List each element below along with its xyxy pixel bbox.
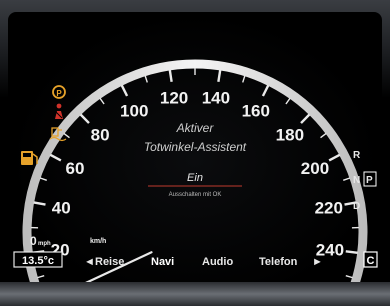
menu-item-reise[interactable]: Reise	[95, 256, 124, 268]
gauge-major-tick	[345, 250, 358, 255]
gear-reverse: R	[353, 150, 361, 161]
gauge-major-tick	[120, 84, 129, 97]
gauge-major-tick	[49, 153, 62, 162]
gauge-tick-label: 220	[315, 198, 343, 217]
bezel-bottom-trim	[0, 282, 390, 306]
gauge-minor-tick	[343, 177, 351, 181]
gauge-tick-label: 100	[120, 101, 148, 120]
current-speed-value: 0	[30, 234, 37, 248]
menu-prev-arrow[interactable]: ◄	[84, 256, 95, 268]
gauge-minor-tick	[99, 97, 105, 105]
gear-neutral: N	[353, 175, 360, 186]
message-title-line2: Totwinkel-Assistent	[144, 140, 247, 154]
message-title-line1: Aktiver	[176, 121, 215, 135]
message-option-on[interactable]: Ein	[187, 172, 203, 184]
gauge-major-tick	[217, 69, 222, 82]
low-fuel-icon	[21, 151, 38, 165]
gauge-major-tick	[300, 113, 311, 124]
gauge-minor-tick	[144, 75, 148, 83]
gauge-major-tick	[328, 153, 341, 162]
gauge-major-tick	[79, 113, 90, 124]
gauge-minor-tick	[242, 75, 246, 83]
gauge-minor-tick	[37, 275, 45, 279]
seatbelt-warning-icon	[55, 103, 63, 119]
gauge-tick-label: 180	[276, 126, 304, 145]
menu-item-audio[interactable]: Audio	[202, 256, 233, 268]
current-speed-unit: mph	[38, 241, 51, 247]
outside-temp-value: 13.5°c	[22, 255, 54, 267]
gauge-major-tick	[261, 84, 270, 97]
menu-item-navi[interactable]: Navi	[151, 256, 174, 268]
menu-item-telefon[interactable]: Telefon	[259, 256, 298, 268]
gear-park: P	[366, 175, 373, 186]
gauge-tick-label: 60	[66, 159, 85, 178]
gauge-major-tick	[33, 201, 46, 206]
instrument-cluster-display: 20406080100120140160180200220240260 Akti…	[8, 12, 382, 282]
needle-unit-label: km/h	[90, 238, 106, 245]
gauge-tick-label: 140	[202, 89, 230, 108]
message-hint: Ausschalten mit OK	[169, 192, 222, 198]
gauge-tick-label: 200	[301, 159, 329, 178]
gauge-tick-label: 80	[91, 126, 110, 145]
speedometer: 20406080100120140160180200220240260 Akti…	[13, 59, 378, 282]
gauge-minor-tick	[285, 97, 291, 105]
svg-text:P: P	[56, 89, 62, 98]
gauge-minor-tick	[320, 132, 327, 139]
c-button-label[interactable]: C	[367, 255, 375, 267]
gauge-minor-tick	[345, 275, 353, 279]
gauge-tick-label: 40	[52, 198, 71, 217]
parking-brake-warning-icon: P	[52, 85, 66, 99]
gauge-major-tick	[168, 69, 173, 82]
gauge-tick-label: 160	[242, 101, 270, 120]
gear-drive: D	[353, 201, 360, 212]
gauge-tick-label: 120	[160, 89, 188, 108]
gauge-minor-tick	[63, 132, 70, 139]
gauge-tick-labels: 20406080100120140160180200220240260	[51, 89, 344, 282]
menu-next-arrow[interactable]: ►	[312, 256, 323, 268]
gauge-minor-tick	[39, 177, 47, 181]
